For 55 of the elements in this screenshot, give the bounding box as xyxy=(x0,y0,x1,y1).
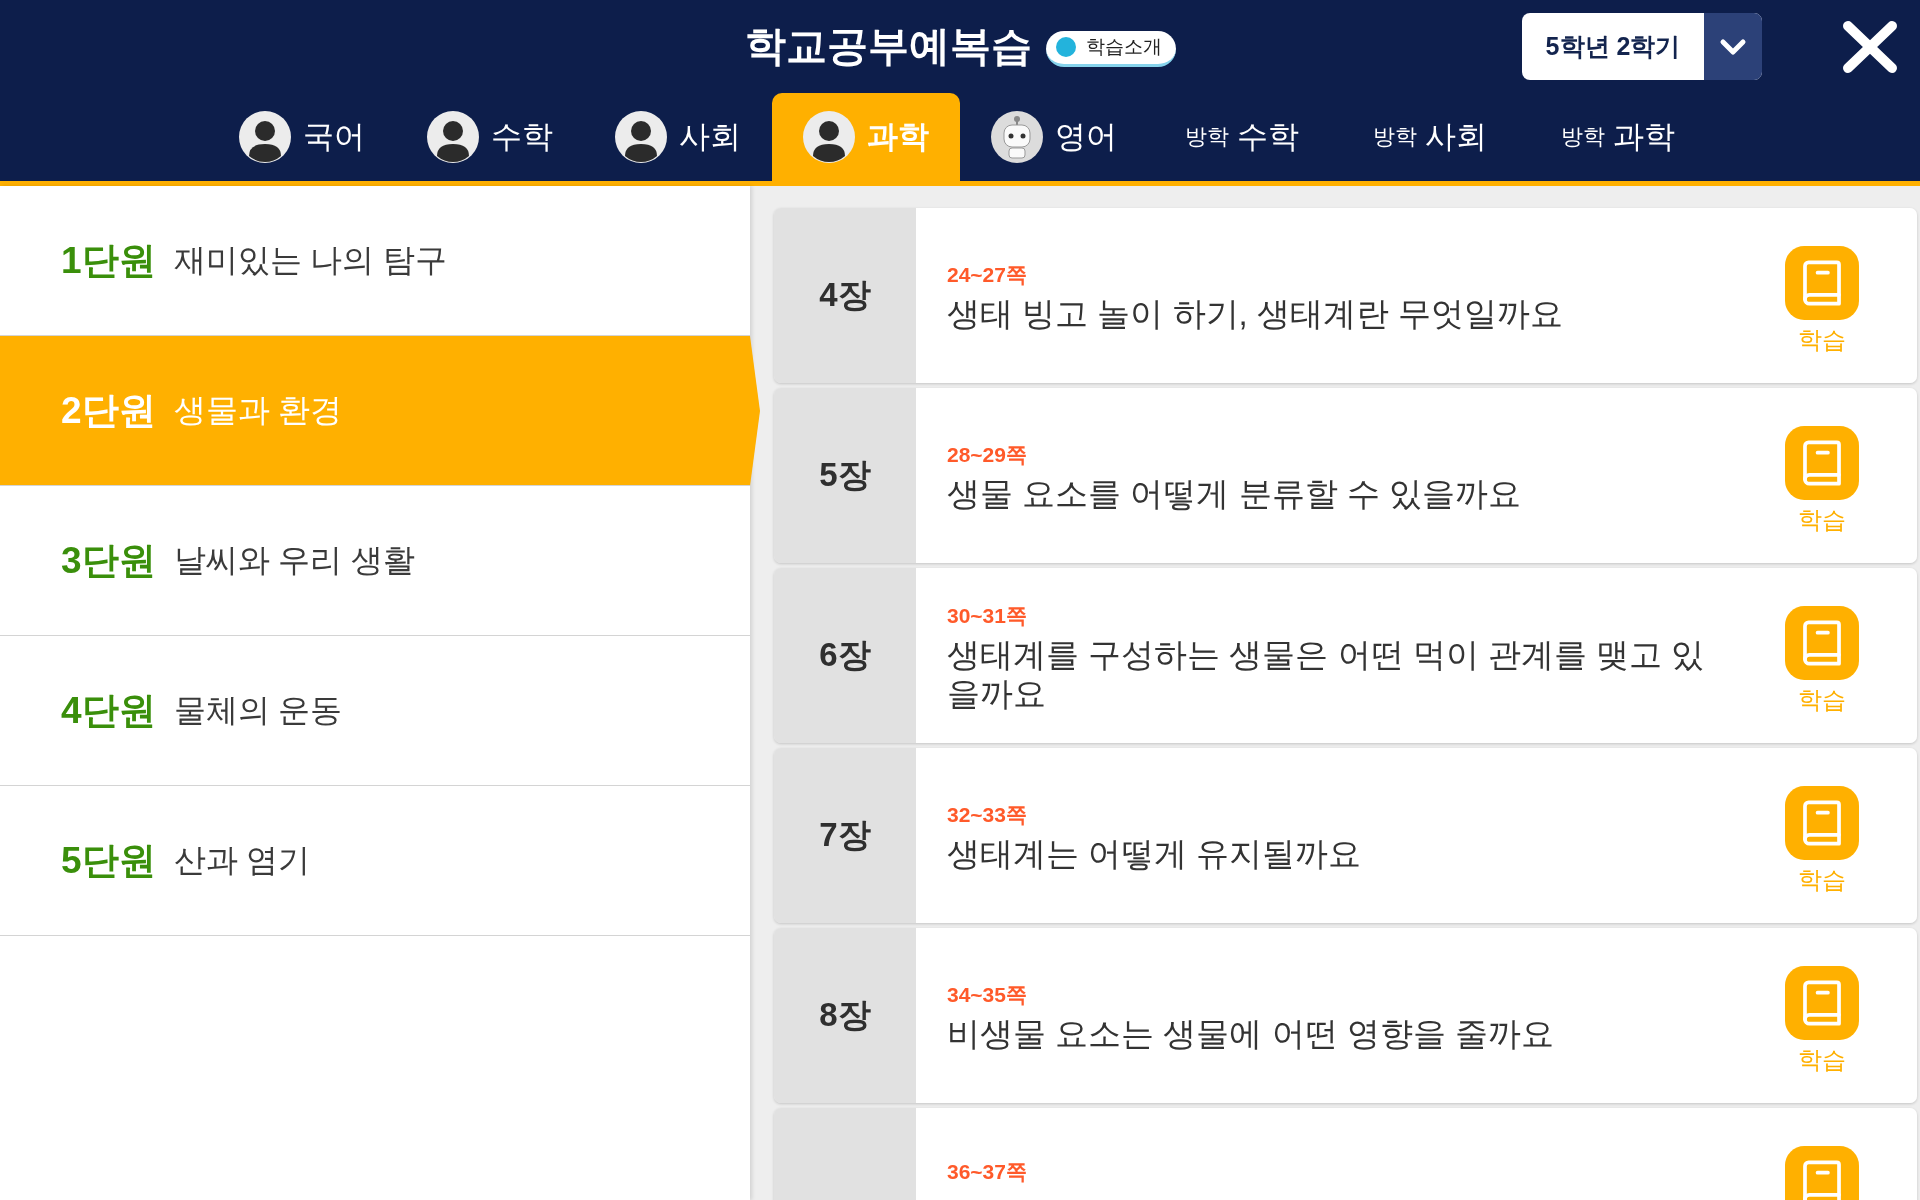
subject-tab[interactable]: 방학 수학 xyxy=(1148,93,1336,181)
page-range: 36~37쪽 xyxy=(947,1159,1028,1185)
book-icon xyxy=(1785,426,1859,500)
subject-tab[interactable]: 방학 사회 xyxy=(1336,93,1524,181)
book-icon xyxy=(1785,606,1859,680)
subject-tab[interactable]: 사회 xyxy=(584,93,772,181)
unit-title: 산과 염기 xyxy=(173,840,311,880)
book-icon xyxy=(1785,966,1859,1040)
unit-number: 5단원 xyxy=(61,838,156,883)
close-button[interactable] xyxy=(1842,20,1898,73)
unit-title: 생물과 환경 xyxy=(173,390,343,430)
unit-title: 날씨와 우리 생활 xyxy=(173,540,416,580)
book-icon xyxy=(1785,246,1859,320)
intro-button[interactable]: 학습소개 xyxy=(1045,30,1176,67)
unit-title: 재미있는 나의 탐구 xyxy=(173,240,448,280)
app-title: 학교공부예복습 xyxy=(744,21,1032,71)
page-range: 32~33쪽 xyxy=(947,802,1028,829)
book-icon xyxy=(1785,1146,1859,1200)
subject-tab[interactable]: 방학 과학 xyxy=(1524,93,1712,181)
dot-icon xyxy=(1055,37,1076,57)
unit-title: 물체의 운동 xyxy=(173,690,343,730)
subject-tab[interactable]: 영어 xyxy=(960,93,1148,181)
avatar-icon xyxy=(239,111,291,163)
unit-number: 1단원 xyxy=(61,238,156,283)
unit-item[interactable]: 1단원 재미있는 나의 탐구 xyxy=(0,186,750,336)
page-range: 34~35쪽 xyxy=(947,982,1028,1009)
unit-item[interactable]: 5단원 산과 염기 xyxy=(0,786,750,936)
lesson-title: 생물 요소를 어떻게 분류할 수 있을까요 xyxy=(947,475,1522,514)
robot-icon xyxy=(991,111,1043,163)
lesson-title: 생태계는 어떻게 유지될까요 xyxy=(947,835,1363,874)
chevron-down-icon xyxy=(1704,13,1762,80)
page-range: 30~31쪽 xyxy=(947,602,1028,629)
subject-tab[interactable]: 수학 xyxy=(396,93,584,181)
unit-number: 3단원 xyxy=(61,538,156,583)
chapter-number: 6장 xyxy=(818,635,872,675)
avatar-icon xyxy=(615,111,667,163)
book-icon xyxy=(1785,786,1859,860)
chapter-number: 7장 xyxy=(818,815,872,855)
chapter-number: 4장 xyxy=(818,275,872,315)
avatar-icon xyxy=(803,111,855,163)
chapter-number: 5장 xyxy=(818,455,872,495)
unit-item[interactable]: 3단원 날씨와 우리 생활 xyxy=(0,486,750,636)
close-icon xyxy=(1842,20,1898,73)
page-range: 24~27쪽 xyxy=(947,262,1028,289)
grade-select[interactable]: 5학년 2학기 xyxy=(1522,13,1762,80)
page-range: 28~29쪽 xyxy=(947,442,1028,469)
lesson-title: 생태 빙고 놀이 하기, 생태계란 무엇일까요 xyxy=(947,295,1564,334)
lesson-title: 비생물 요소는 생물에 어떤 영향을 줄까요 xyxy=(947,1015,1555,1054)
unit-number: 2단원 xyxy=(61,388,156,433)
chapter-number: 8장 xyxy=(818,995,872,1035)
lesson-title: 생태계를 구성하는 생물은 어떤 먹이 관계를 맺고 있을까요 xyxy=(947,635,1706,714)
unit-number: 4단원 xyxy=(61,688,156,733)
avatar-icon xyxy=(427,111,479,163)
unit-item[interactable]: 4단원 물체의 운동 xyxy=(0,636,750,786)
subject-tab[interactable]: 국어 xyxy=(208,93,396,181)
